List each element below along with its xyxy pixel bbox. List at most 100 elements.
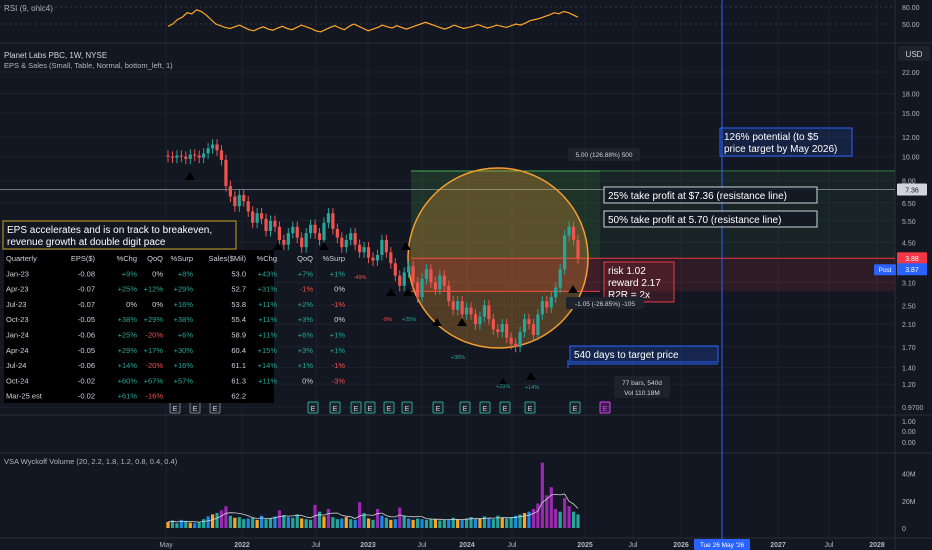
volume-bar bbox=[331, 517, 335, 528]
candle-body bbox=[277, 226, 282, 240]
marker-pct: -49% bbox=[354, 275, 367, 281]
time-tick: Jul bbox=[825, 542, 834, 549]
indicator-title: EPS & Sales (Small, Table, Normal, botto… bbox=[4, 61, 173, 70]
candle-body bbox=[326, 213, 331, 223]
table-cell: +29% bbox=[118, 346, 138, 355]
volume-bar bbox=[210, 514, 215, 528]
candle-body bbox=[309, 224, 313, 234]
table-cell: +6% bbox=[298, 331, 314, 340]
volume-bar bbox=[473, 519, 478, 528]
table-cell: +17% bbox=[144, 346, 164, 355]
price-tick: 22.00 bbox=[902, 70, 920, 77]
candle-body bbox=[545, 301, 549, 308]
table-cell: -0.02 bbox=[78, 392, 95, 401]
volume-bar bbox=[268, 518, 273, 528]
candle-body bbox=[509, 337, 513, 344]
table-cell: -0.07 bbox=[78, 300, 95, 309]
price-tick: 1.20 bbox=[902, 382, 916, 389]
chart-stage: RSI (9, ohlc4) 80.00 50.00 Planet Labs PBC,… bbox=[0, 0, 932, 550]
current-price-tag: 7.36 bbox=[905, 188, 919, 195]
candle-body bbox=[478, 316, 482, 325]
table-cell: -20% bbox=[145, 331, 163, 340]
symbol-title: Planet Labs PBC, 1W, NYSE bbox=[4, 51, 107, 60]
table-cell: Jul-23 bbox=[6, 300, 26, 309]
table-cell: Oct-23 bbox=[6, 315, 29, 324]
candle-body bbox=[259, 213, 264, 219]
risk-note-text: risk 1.02 bbox=[608, 266, 646, 277]
candle-body bbox=[219, 150, 224, 160]
earnings-badge-letter: E bbox=[528, 406, 533, 413]
table-header: %Surp bbox=[170, 254, 193, 263]
price-tick: 0.00 bbox=[902, 440, 916, 447]
candle-body bbox=[576, 239, 580, 259]
candle-body bbox=[549, 297, 553, 308]
volume-bar bbox=[237, 517, 241, 528]
bars-label: Vol 110.18M bbox=[624, 390, 660, 397]
time-tick: Jul bbox=[508, 542, 517, 549]
table-cell: 0% bbox=[126, 300, 137, 309]
table-header: EPS($) bbox=[71, 254, 96, 263]
table-cell: 60.4 bbox=[231, 346, 246, 355]
earnings-badge-letter: E bbox=[311, 406, 316, 413]
earnings-badge-letter: E bbox=[483, 406, 488, 413]
table-cell: 61.3 bbox=[231, 376, 246, 385]
candle-body bbox=[349, 233, 353, 240]
candle-body bbox=[170, 156, 175, 158]
volume-bar bbox=[527, 511, 531, 528]
volume-bar bbox=[322, 516, 326, 528]
volume-bar bbox=[415, 518, 420, 528]
table-cell: +6% bbox=[178, 331, 194, 340]
volume-bar bbox=[259, 515, 264, 528]
marker-pct: +25% bbox=[402, 317, 416, 323]
volume-bar bbox=[464, 518, 469, 528]
days-note-text: 540 days to target price bbox=[574, 350, 679, 361]
candle-body bbox=[527, 319, 531, 325]
candle-body bbox=[291, 226, 295, 234]
earnings-badge-letter: E bbox=[436, 406, 441, 413]
volume-bar bbox=[353, 519, 357, 528]
table-cell: +15% bbox=[258, 346, 278, 355]
table-header: %Surp bbox=[322, 254, 345, 263]
table-cell: +1% bbox=[330, 346, 346, 355]
volume-bar bbox=[206, 516, 210, 528]
candle-body bbox=[415, 282, 420, 298]
time-tick: 2023 bbox=[360, 542, 376, 549]
table-cell: +14% bbox=[258, 361, 278, 370]
candle-body bbox=[286, 233, 290, 245]
volume-bar bbox=[398, 507, 402, 528]
candle-body bbox=[344, 239, 348, 248]
earnings-badge-letter: E bbox=[387, 406, 392, 413]
table-cell: +25% bbox=[118, 285, 138, 294]
accumulation-circle bbox=[407, 167, 589, 349]
volume-bar bbox=[522, 513, 527, 528]
volume-bar bbox=[505, 518, 509, 528]
candle-body bbox=[571, 226, 576, 240]
candle-body bbox=[246, 201, 250, 212]
candle-body bbox=[210, 144, 215, 149]
candle-body bbox=[500, 324, 504, 333]
volume-bar bbox=[193, 523, 197, 528]
price-tick: 1.00 bbox=[902, 419, 916, 426]
currency-label: USD bbox=[906, 50, 923, 59]
eps-note-text: revenue growth at double digit pace bbox=[7, 237, 166, 248]
volume-bar bbox=[255, 519, 259, 528]
candle-body bbox=[558, 269, 562, 288]
candle-body bbox=[300, 237, 304, 248]
time-tick: 2022 bbox=[234, 542, 250, 549]
table-cell: -1% bbox=[300, 285, 314, 294]
candle-body bbox=[482, 305, 487, 317]
volume-bar bbox=[576, 514, 580, 528]
table-cell: -0.06 bbox=[78, 361, 95, 370]
volume-bar bbox=[456, 519, 460, 528]
earnings-badge-letter: E bbox=[603, 406, 608, 413]
volume-bar bbox=[447, 519, 451, 528]
table-cell: +29% bbox=[144, 315, 164, 324]
table-cell: -0.07 bbox=[78, 285, 95, 294]
table-cell: 0% bbox=[302, 376, 313, 385]
time-tick: 2024 bbox=[459, 542, 475, 549]
candle-body bbox=[451, 301, 455, 310]
candle-body bbox=[505, 324, 509, 338]
price-tick: 0.9700 bbox=[902, 405, 924, 412]
table-cell: +67% bbox=[144, 376, 164, 385]
candle-body bbox=[433, 282, 437, 290]
